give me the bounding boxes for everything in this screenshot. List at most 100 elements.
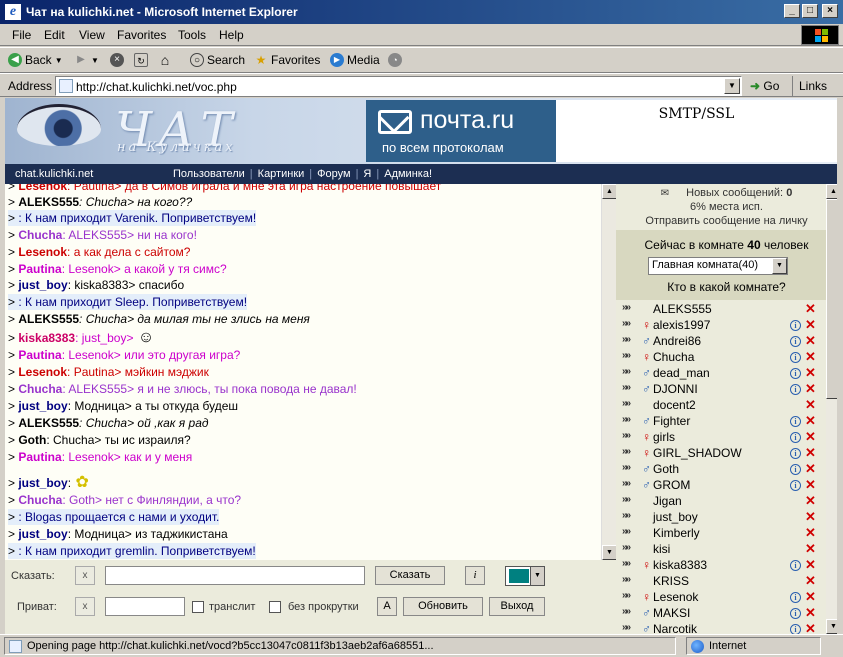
- user-info-icon[interactable]: i: [790, 560, 801, 571]
- close-button[interactable]: ×: [822, 4, 838, 18]
- private-chevron-icon[interactable]: »»: [622, 462, 631, 473]
- ignore-user-icon[interactable]: ✕: [805, 413, 816, 429]
- scroll-up-icon[interactable]: ▲: [826, 184, 837, 199]
- scroll-down-icon[interactable]: ▼: [602, 545, 617, 560]
- ignore-user-icon[interactable]: ✕: [805, 461, 816, 477]
- ignore-user-icon[interactable]: ✕: [805, 429, 816, 445]
- ignore-user-icon[interactable]: ✕: [805, 365, 816, 381]
- address-dropdown-icon[interactable]: ▼: [724, 78, 740, 94]
- room-select[interactable]: Главная комната(40) ▼: [648, 257, 788, 275]
- user-info-icon[interactable]: i: [790, 464, 801, 475]
- user-name[interactable]: kisi: [653, 542, 670, 556]
- message-nick[interactable]: Pautina: [18, 450, 61, 464]
- message-nick[interactable]: Pautina: [18, 262, 61, 276]
- menu-edit[interactable]: Edit: [44, 28, 65, 42]
- private-chevron-icon[interactable]: »»: [622, 526, 631, 537]
- color-dropdown-icon[interactable]: ▼: [530, 567, 544, 585]
- ignore-user-icon[interactable]: ✕: [805, 621, 816, 634]
- nav-pictures[interactable]: Картинки: [258, 168, 305, 180]
- history-icon[interactable]: ◔: [388, 53, 402, 67]
- ignore-user-icon[interactable]: ✕: [805, 573, 816, 589]
- ignore-user-icon[interactable]: ✕: [805, 397, 816, 413]
- messages-scrollbar[interactable]: ▲ ▼: [601, 184, 617, 560]
- private-chevron-icon[interactable]: »»: [622, 494, 631, 505]
- message-nick[interactable]: Pautina: [18, 348, 61, 362]
- private-input[interactable]: [105, 597, 185, 616]
- private-chevron-icon[interactable]: »»: [622, 446, 631, 457]
- clear-say-button[interactable]: x: [75, 566, 95, 585]
- user-info-icon[interactable]: i: [790, 336, 801, 347]
- ignore-user-icon[interactable]: ✕: [805, 317, 816, 333]
- user-info-icon[interactable]: i: [790, 384, 801, 395]
- refresh-icon[interactable]: ↻: [134, 53, 148, 67]
- user-list-scrollbar[interactable]: ▲ ▼: [826, 184, 837, 634]
- who-where-link[interactable]: Кто в какой комнате?: [616, 280, 837, 294]
- user-name[interactable]: Jigan: [653, 494, 682, 508]
- private-chevron-icon[interactable]: »»: [622, 574, 631, 585]
- scroll-thumb[interactable]: [826, 199, 837, 399]
- ignore-user-icon[interactable]: ✕: [805, 557, 816, 573]
- message-nick[interactable]: Chucha: [18, 228, 62, 242]
- user-info-icon[interactable]: i: [790, 352, 801, 363]
- private-chevron-icon[interactable]: »»: [622, 478, 631, 489]
- ignore-user-icon[interactable]: ✕: [805, 381, 816, 397]
- message-nick[interactable]: ALEKS555: [18, 312, 79, 326]
- stop-icon[interactable]: ×: [110, 53, 124, 67]
- user-name[interactable]: GIRL_SHADOW: [653, 446, 742, 460]
- favorites-button[interactable]: ★ Favorites: [254, 53, 321, 67]
- message-nick[interactable]: Lesenok: [18, 245, 67, 259]
- forward-button[interactable]: ▶ ▼: [74, 53, 99, 67]
- user-info-icon[interactable]: i: [790, 608, 801, 619]
- private-chevron-icon[interactable]: »»: [622, 542, 631, 553]
- private-chevron-icon[interactable]: »»: [622, 510, 631, 521]
- private-chevron-icon[interactable]: »»: [622, 302, 631, 313]
- private-chevron-icon[interactable]: »»: [622, 414, 631, 425]
- private-chevron-icon[interactable]: »»: [622, 430, 631, 441]
- back-button[interactable]: ◀ Back ▼: [8, 53, 63, 67]
- user-name[interactable]: kiska8383: [653, 558, 707, 572]
- user-name[interactable]: alexis1997: [653, 318, 710, 332]
- message-nick[interactable]: just_boy: [18, 476, 67, 490]
- private-chevron-icon[interactable]: »»: [622, 318, 631, 329]
- media-button[interactable]: ▶ Media: [330, 53, 380, 67]
- user-name[interactable]: Fighter: [653, 414, 690, 428]
- user-name[interactable]: Andrei86: [653, 334, 701, 348]
- message-nick[interactable]: ALEKS555: [18, 416, 79, 430]
- nav-forum[interactable]: Форум: [317, 168, 350, 180]
- private-chevron-icon[interactable]: »»: [622, 590, 631, 601]
- menu-favorites[interactable]: Favorites: [117, 28, 166, 42]
- nav-users[interactable]: Пользователи: [173, 168, 245, 180]
- ignore-user-icon[interactable]: ✕: [805, 349, 816, 365]
- user-name[interactable]: girls: [653, 430, 675, 444]
- user-info-icon[interactable]: i: [790, 448, 801, 459]
- scroll-down-icon[interactable]: ▼: [826, 619, 837, 634]
- user-name[interactable]: ALEKS555: [653, 302, 712, 316]
- message-nick[interactable]: just_boy: [18, 527, 67, 541]
- private-chevron-icon[interactable]: »»: [622, 382, 631, 393]
- say-button[interactable]: Сказать: [375, 566, 445, 585]
- ignore-user-icon[interactable]: ✕: [805, 493, 816, 509]
- noscroll-checkbox[interactable]: [269, 601, 281, 613]
- user-name[interactable]: just_boy: [653, 510, 698, 524]
- ignore-user-icon[interactable]: ✕: [805, 589, 816, 605]
- message-nick[interactable]: Lesenok: [18, 365, 67, 379]
- pochta-ad-banner[interactable]: почта.ru по всем протоколам: [366, 100, 556, 162]
- ignore-user-icon[interactable]: ✕: [805, 333, 816, 349]
- user-info-icon[interactable]: i: [790, 624, 801, 634]
- message-nick[interactable]: kiska8383: [18, 331, 75, 345]
- a-button[interactable]: А: [377, 597, 397, 616]
- user-name[interactable]: Narcotik: [653, 622, 697, 634]
- italic-button[interactable]: i: [465, 566, 485, 585]
- private-chevron-icon[interactable]: »»: [622, 366, 631, 377]
- user-name[interactable]: Goth: [653, 462, 679, 476]
- message-nick[interactable]: just_boy: [18, 399, 67, 413]
- ignore-user-icon[interactable]: ✕: [805, 509, 816, 525]
- ignore-user-icon[interactable]: ✕: [805, 301, 816, 317]
- nav-admin[interactable]: Админка!: [384, 168, 432, 180]
- private-chevron-icon[interactable]: »»: [622, 622, 631, 633]
- go-button[interactable]: ➜ Go: [750, 79, 779, 93]
- minimize-button[interactable]: _: [784, 4, 800, 18]
- message-nick[interactable]: just_boy: [18, 278, 67, 292]
- user-name[interactable]: dead_man: [653, 366, 710, 380]
- ignore-user-icon[interactable]: ✕: [805, 477, 816, 493]
